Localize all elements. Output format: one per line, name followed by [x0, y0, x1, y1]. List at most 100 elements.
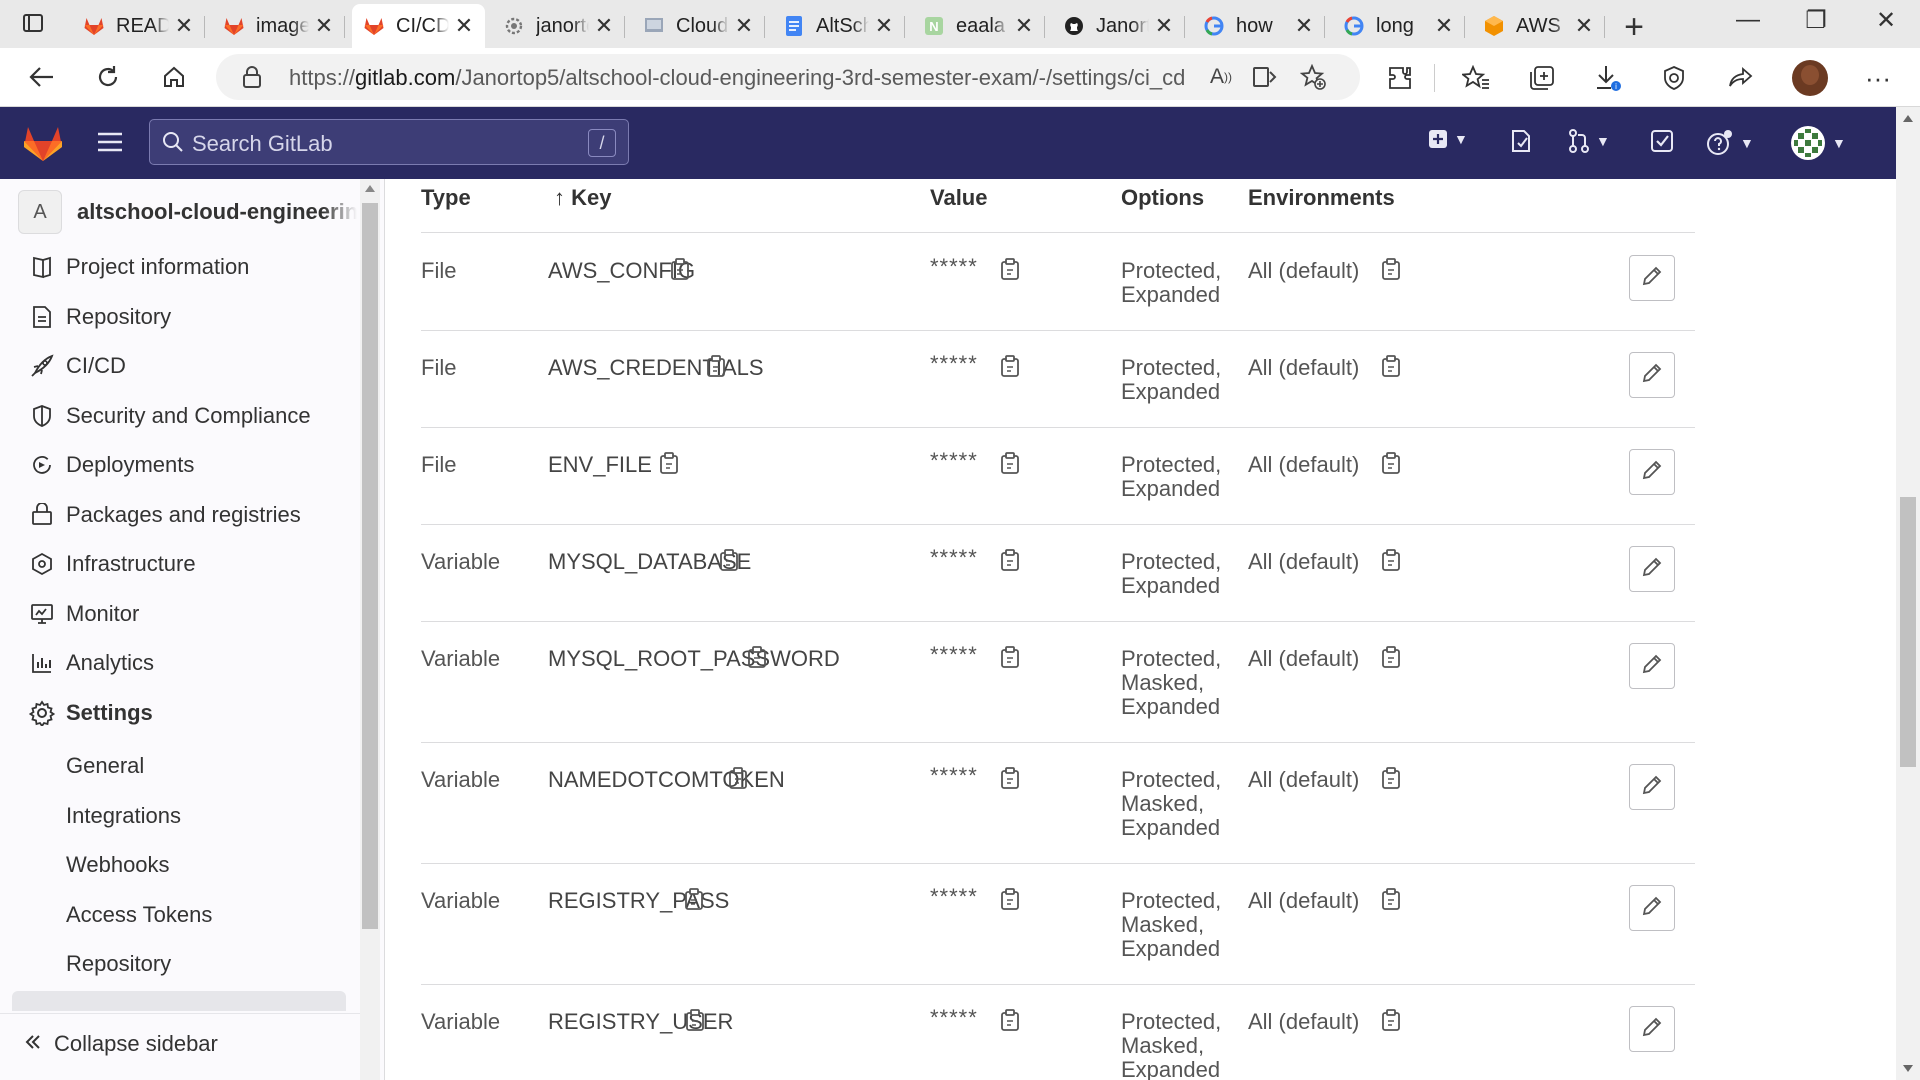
sidebar-item-repository[interactable]: Repository: [28, 299, 171, 335]
browser-tab[interactable]: how ✕: [1192, 4, 1325, 48]
tab-close-icon[interactable]: ✕: [1013, 13, 1035, 39]
copy-environment-icon[interactable]: [1381, 451, 1403, 475]
gitlab-logo-icon[interactable]: [22, 123, 64, 163]
browser-tab[interactable]: Neaala ✕: [912, 4, 1045, 48]
reload-button[interactable]: [88, 58, 128, 96]
copy-key-icon[interactable]: [747, 645, 769, 669]
browser-tab[interactable]: AltSchool✕: [772, 4, 905, 48]
sidebar-subitem-access-tokens[interactable]: Access Tokens: [66, 902, 212, 936]
user-menu-dropdown[interactable]: ▼: [1790, 125, 1846, 161]
edit-variable-button[interactable]: [1629, 885, 1675, 931]
address-bar[interactable]: https://gitlab.com/Janortop5/altschool-c…: [216, 54, 1360, 100]
edit-variable-button[interactable]: [1629, 764, 1675, 810]
tab-actions-icon[interactable]: [22, 12, 44, 34]
browser-tab[interactable]: Janortop✕: [1052, 4, 1185, 48]
edit-variable-button[interactable]: [1629, 352, 1675, 398]
merge-requests-dropdown[interactable]: ▼: [1568, 129, 1610, 153]
tab-close-icon[interactable]: ✕: [1293, 13, 1315, 39]
sidebar-item-cicd[interactable]: CI/CD: [28, 348, 126, 384]
edit-variable-button[interactable]: [1629, 255, 1675, 301]
copy-key-icon[interactable]: [659, 451, 681, 475]
sidebar-subitem-repository[interactable]: Repository: [66, 951, 171, 985]
copy-value-icon[interactable]: [1000, 451, 1022, 475]
new-tab-button[interactable]: +: [1614, 8, 1654, 47]
add-favorite-icon[interactable]: [1298, 64, 1328, 90]
extensions-icon[interactable]: [1382, 60, 1418, 96]
tab-close-icon[interactable]: ✕: [453, 13, 475, 39]
scroll-up-arrow-icon[interactable]: [1903, 115, 1913, 122]
copy-key-icon[interactable]: [685, 1008, 707, 1032]
back-button[interactable]: [22, 58, 62, 96]
tab-close-icon[interactable]: ✕: [733, 13, 755, 39]
page-scrollbar[interactable]: [1896, 107, 1920, 1080]
copy-environment-icon[interactable]: [1381, 257, 1403, 281]
tab-close-icon[interactable]: ✕: [1433, 13, 1455, 39]
copy-environment-icon[interactable]: [1381, 887, 1403, 911]
sidebar-subitem-webhooks[interactable]: Webhooks: [66, 852, 170, 886]
browser-tab[interactable]: janortop✕: [492, 4, 625, 48]
copy-environment-icon[interactable]: [1381, 354, 1403, 378]
sidebar-item-monitor[interactable]: Monitor: [28, 596, 139, 632]
copy-key-icon[interactable]: [684, 887, 706, 911]
browser-tab[interactable]: AWS ✕: [1472, 4, 1605, 48]
copy-key-icon[interactable]: [706, 354, 728, 378]
sidebar-item-project-information[interactable]: Project information: [28, 249, 249, 285]
copy-value-icon[interactable]: [1000, 887, 1022, 911]
home-button[interactable]: [154, 58, 194, 96]
copy-environment-icon[interactable]: [1381, 645, 1403, 669]
browser-tab[interactable]: long ✕: [1332, 4, 1465, 48]
create-new-dropdown[interactable]: ▼: [1428, 129, 1468, 149]
sidebar-active-item-highlight[interactable]: [12, 991, 346, 1011]
edit-variable-button[interactable]: [1629, 546, 1675, 592]
page-scrollbar-thumb[interactable]: [1900, 497, 1916, 767]
browser-tab[interactable]: CI/CD ✕: [352, 4, 485, 48]
close-window-button[interactable]: ✕: [1856, 6, 1916, 35]
sidebar-subitem-integrations[interactable]: Integrations: [66, 803, 181, 837]
copy-value-icon[interactable]: [1000, 257, 1022, 281]
tab-close-icon[interactable]: ✕: [1153, 13, 1175, 39]
performance-icon[interactable]: [1656, 60, 1692, 96]
copy-value-icon[interactable]: [1000, 354, 1022, 378]
tab-close-icon[interactable]: ✕: [173, 13, 195, 39]
browser-profile-avatar[interactable]: [1792, 60, 1828, 96]
search-gitlab-input[interactable]: Search GitLab /: [149, 119, 629, 165]
copy-value-icon[interactable]: [1000, 1008, 1022, 1032]
share-icon[interactable]: [1722, 60, 1758, 96]
scroll-up-arrow-icon[interactable]: [365, 185, 375, 192]
tab-close-icon[interactable]: ✕: [1573, 13, 1595, 39]
copy-value-icon[interactable]: [1000, 766, 1022, 790]
browser-tab[interactable]: README✕: [72, 4, 205, 48]
more-options-icon[interactable]: ···: [1860, 60, 1896, 96]
copy-value-icon[interactable]: [1000, 645, 1022, 669]
issues-button[interactable]: [1510, 129, 1532, 153]
menu-hamburger-icon[interactable]: [96, 131, 124, 153]
sidebar-item-packages-registries[interactable]: Packages and registries: [28, 497, 301, 533]
copy-key-icon[interactable]: [670, 257, 692, 281]
sidebar-item-analytics[interactable]: Analytics: [28, 645, 154, 681]
restore-button[interactable]: ❐: [1786, 6, 1846, 35]
copy-key-icon[interactable]: [719, 548, 741, 572]
scroll-down-arrow-icon[interactable]: [1903, 1065, 1913, 1072]
favorites-icon[interactable]: [1458, 60, 1494, 96]
copy-key-icon[interactable]: [728, 766, 750, 790]
tab-close-icon[interactable]: ✕: [313, 13, 335, 39]
copy-value-icon[interactable]: [1000, 548, 1022, 572]
help-dropdown[interactable]: ▼: [1706, 129, 1754, 157]
copy-environment-icon[interactable]: [1381, 1008, 1403, 1032]
tab-close-icon[interactable]: ✕: [593, 13, 615, 39]
tab-close-icon[interactable]: ✕: [873, 13, 895, 39]
sidebar-item-infrastructure[interactable]: Infrastructure: [28, 546, 196, 582]
sidebar-item-security-compliance[interactable]: Security and Compliance: [28, 398, 311, 434]
read-aloud-icon[interactable]: A)): [1206, 64, 1236, 90]
edit-variable-button[interactable]: [1629, 643, 1675, 689]
minimize-button[interactable]: —: [1718, 6, 1778, 34]
sidebar-item-settings[interactable]: Settings: [28, 695, 153, 731]
collections-icon[interactable]: [1524, 60, 1560, 96]
sidebar-item-deployments[interactable]: Deployments: [28, 447, 194, 483]
edit-variable-button[interactable]: [1629, 1006, 1675, 1052]
immersive-reader-icon[interactable]: [1250, 64, 1280, 90]
sidebar-scrollbar-thumb[interactable]: [362, 203, 378, 929]
copy-environment-icon[interactable]: [1381, 766, 1403, 790]
browser-tab[interactable]: images✕: [212, 4, 345, 48]
sidebar-scrollbar[interactable]: [360, 179, 380, 1080]
